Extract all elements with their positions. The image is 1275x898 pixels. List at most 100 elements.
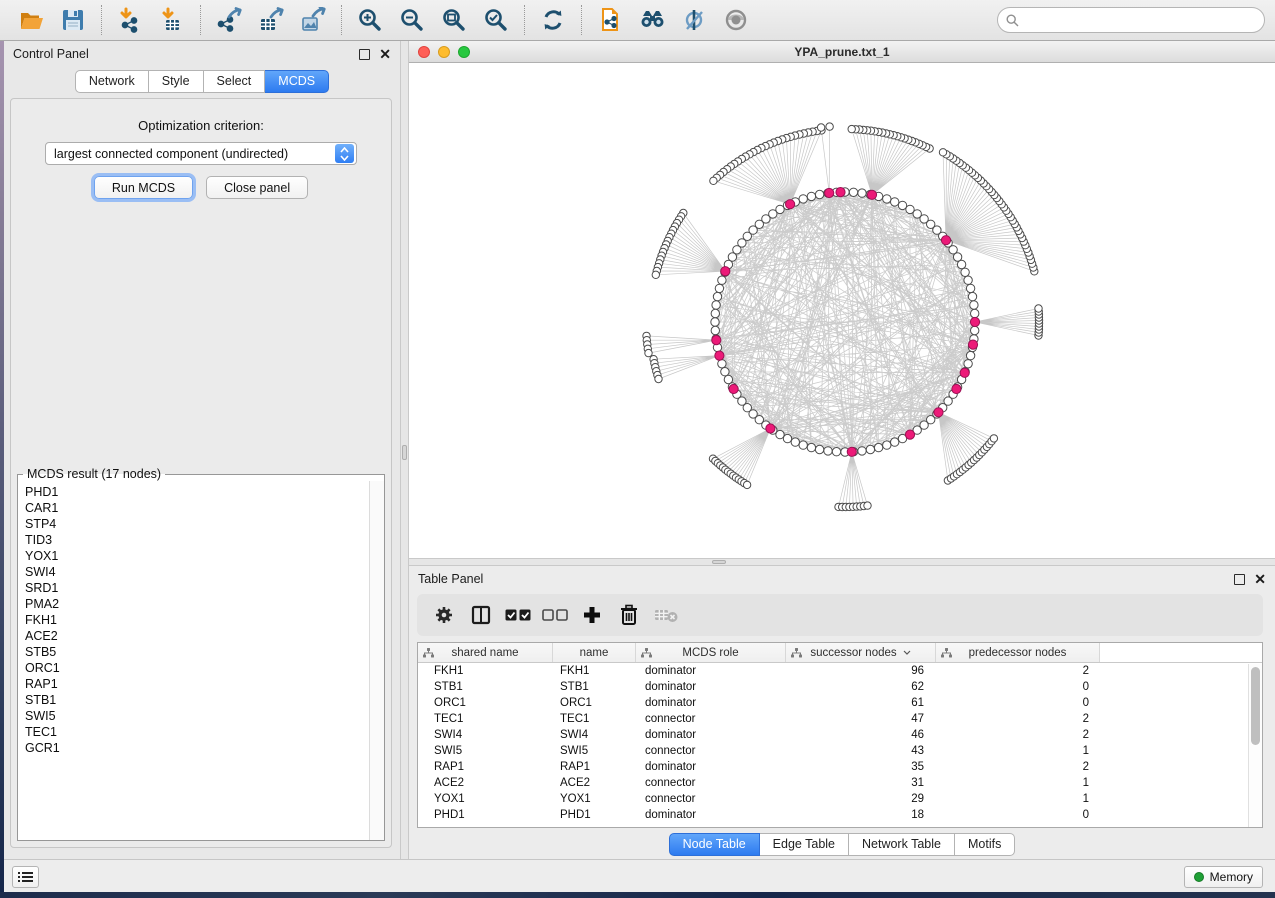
zoom-in-icon	[357, 7, 383, 33]
table-row[interactable]: RAP1RAP1dominator352	[418, 759, 1262, 775]
splitter-grip[interactable]	[402, 445, 407, 460]
float-window-icon[interactable]	[1234, 574, 1245, 585]
mcds-result-item[interactable]: SWI4	[25, 564, 369, 580]
mcds-result-item[interactable]: ORC1	[25, 660, 369, 676]
zoom-in-button[interactable]	[349, 3, 391, 37]
open-button[interactable]	[10, 3, 52, 37]
export-image-button[interactable]	[292, 3, 334, 37]
table-row[interactable]: ORC1ORC1dominator610	[418, 695, 1262, 711]
import-table-button[interactable]	[151, 3, 193, 37]
network-window-titlebar[interactable]: YPA_prune.txt_1	[409, 41, 1275, 63]
cell-predecessor-nodes: 2	[936, 713, 1100, 725]
mcds-result-item[interactable]: GCR1	[25, 740, 369, 756]
column-header-predecessor-nodes[interactable]: predecessor nodes	[936, 643, 1100, 662]
zoom-out-button[interactable]	[391, 3, 433, 37]
run-mcds-button[interactable]: Run MCDS	[94, 176, 193, 199]
mcds-result-list[interactable]: PHD1CAR1STP4TID3YOX1SWI4SRD1PMA2FKH1ACE2…	[18, 481, 369, 840]
show-panels-button[interactable]	[12, 866, 39, 888]
select-all-columns-button[interactable]	[505, 602, 531, 628]
mcds-result-item[interactable]: SWI5	[25, 708, 369, 724]
export-network-button[interactable]	[208, 3, 250, 37]
tab-edge-table[interactable]: Edge Table	[760, 833, 849, 856]
show-graphics-details-button[interactable]	[715, 3, 757, 37]
table-row[interactable]: STB1STB1dominator620	[418, 679, 1262, 695]
cell-successor-nodes: 47	[786, 713, 936, 725]
tab-mcds[interactable]: MCDS	[265, 70, 329, 93]
zoom-selected-button[interactable]	[475, 3, 517, 37]
network-canvas[interactable]	[409, 63, 1275, 558]
save-button[interactable]	[52, 3, 94, 37]
mcds-result-item[interactable]: YOX1	[25, 548, 369, 564]
network-from-file-icon	[597, 7, 624, 34]
tab-network[interactable]: Network	[75, 70, 149, 93]
cell-successor-nodes: 43	[786, 745, 936, 757]
table-row[interactable]: SWI4SWI4dominator462	[418, 727, 1262, 743]
cell-predecessor-nodes: 2	[936, 729, 1100, 741]
tab-style[interactable]: Style	[149, 70, 204, 93]
table-scrollbar[interactable]	[1248, 664, 1262, 827]
table-row[interactable]: ACE2ACE2connector311	[418, 775, 1262, 791]
network-from-file-button[interactable]	[589, 3, 631, 37]
table-row[interactable]: PHD1PHD1dominator180	[418, 807, 1262, 823]
column-header-successor-nodes[interactable]: successor nodes	[786, 643, 936, 662]
delete-column-button[interactable]	[616, 602, 642, 628]
vertical-splitter[interactable]	[400, 41, 409, 859]
search-box[interactable]	[997, 7, 1265, 33]
column-header-name[interactable]: name	[553, 643, 636, 662]
column-layout-button[interactable]	[468, 602, 494, 628]
hide-graphics-details-button[interactable]	[673, 3, 715, 37]
export-table-button[interactable]	[250, 3, 292, 37]
minimize-window-icon[interactable]	[438, 46, 450, 58]
column-header-shared-name[interactable]: shared name	[418, 643, 553, 662]
unselect-all-columns-button[interactable]	[542, 602, 568, 628]
mcds-result-item[interactable]: PMA2	[25, 596, 369, 612]
close-panel-icon[interactable]: ✕	[1254, 574, 1266, 585]
table-row[interactable]: FKH1FKH1dominator962	[418, 663, 1262, 679]
hide-graphics-details-icon	[681, 7, 708, 34]
tab-motifs[interactable]: Motifs	[955, 833, 1015, 856]
mcds-result-item[interactable]: RAP1	[25, 676, 369, 692]
mcds-result-item[interactable]: STB5	[25, 644, 369, 660]
mcds-result-item[interactable]: FKH1	[25, 612, 369, 628]
mcds-result-item[interactable]: TID3	[25, 532, 369, 548]
optimization-criterion-select[interactable]: largest connected component (undirected)	[45, 142, 357, 165]
close-panel-icon[interactable]: ✕	[379, 49, 391, 60]
mcds-result-item[interactable]: TEC1	[25, 724, 369, 740]
network-graph[interactable]	[409, 63, 1275, 558]
search-input[interactable]	[1025, 13, 1256, 27]
table-row[interactable]: TEC1TEC1connector472	[418, 711, 1262, 727]
column-header-label: name	[580, 647, 609, 659]
import-network-button[interactable]	[109, 3, 151, 37]
zoom-window-icon[interactable]	[458, 46, 470, 58]
scrollbar-thumb[interactable]	[1251, 667, 1260, 745]
cell-shared-name: YOX1	[418, 793, 553, 805]
table-row[interactable]: YOX1YOX1connector291	[418, 791, 1262, 807]
mcds-result-item[interactable]: SRD1	[25, 580, 369, 596]
splitter-grip[interactable]	[712, 560, 726, 564]
refresh-button[interactable]	[532, 3, 574, 37]
close-window-icon[interactable]	[418, 46, 430, 58]
table-settings-button[interactable]	[431, 602, 457, 628]
mcds-result-item[interactable]: STP4	[25, 516, 369, 532]
zoom-fit-button[interactable]	[433, 3, 475, 37]
mcds-result-item[interactable]: CAR1	[25, 500, 369, 516]
tab-network-table[interactable]: Network Table	[849, 833, 955, 856]
cell-predecessor-nodes: 1	[936, 745, 1100, 757]
mcds-result-item[interactable]: STB1	[25, 692, 369, 708]
horizontal-splitter[interactable]	[409, 558, 1275, 566]
mcds-result-item[interactable]: ACE2	[25, 628, 369, 644]
tab-node-table[interactable]: Node Table	[669, 833, 760, 856]
table-panel-title: Table Panel	[418, 572, 483, 586]
tab-select[interactable]: Select	[204, 70, 266, 93]
cell-successor-nodes: 96	[786, 665, 936, 677]
zoom-fit-icon	[441, 7, 467, 33]
table-row[interactable]: SWI5SWI5connector431	[418, 743, 1262, 759]
mcds-list-scrollbar[interactable]	[369, 481, 384, 840]
binoculars-button[interactable]	[631, 3, 673, 37]
memory-button[interactable]: Memory	[1184, 866, 1263, 888]
column-header-MCDS-role[interactable]: MCDS role	[636, 643, 786, 662]
close-panel-button[interactable]: Close panel	[206, 176, 308, 199]
add-column-button[interactable]	[579, 602, 605, 628]
mcds-result-item[interactable]: PHD1	[25, 484, 369, 500]
float-window-icon[interactable]	[359, 49, 370, 60]
